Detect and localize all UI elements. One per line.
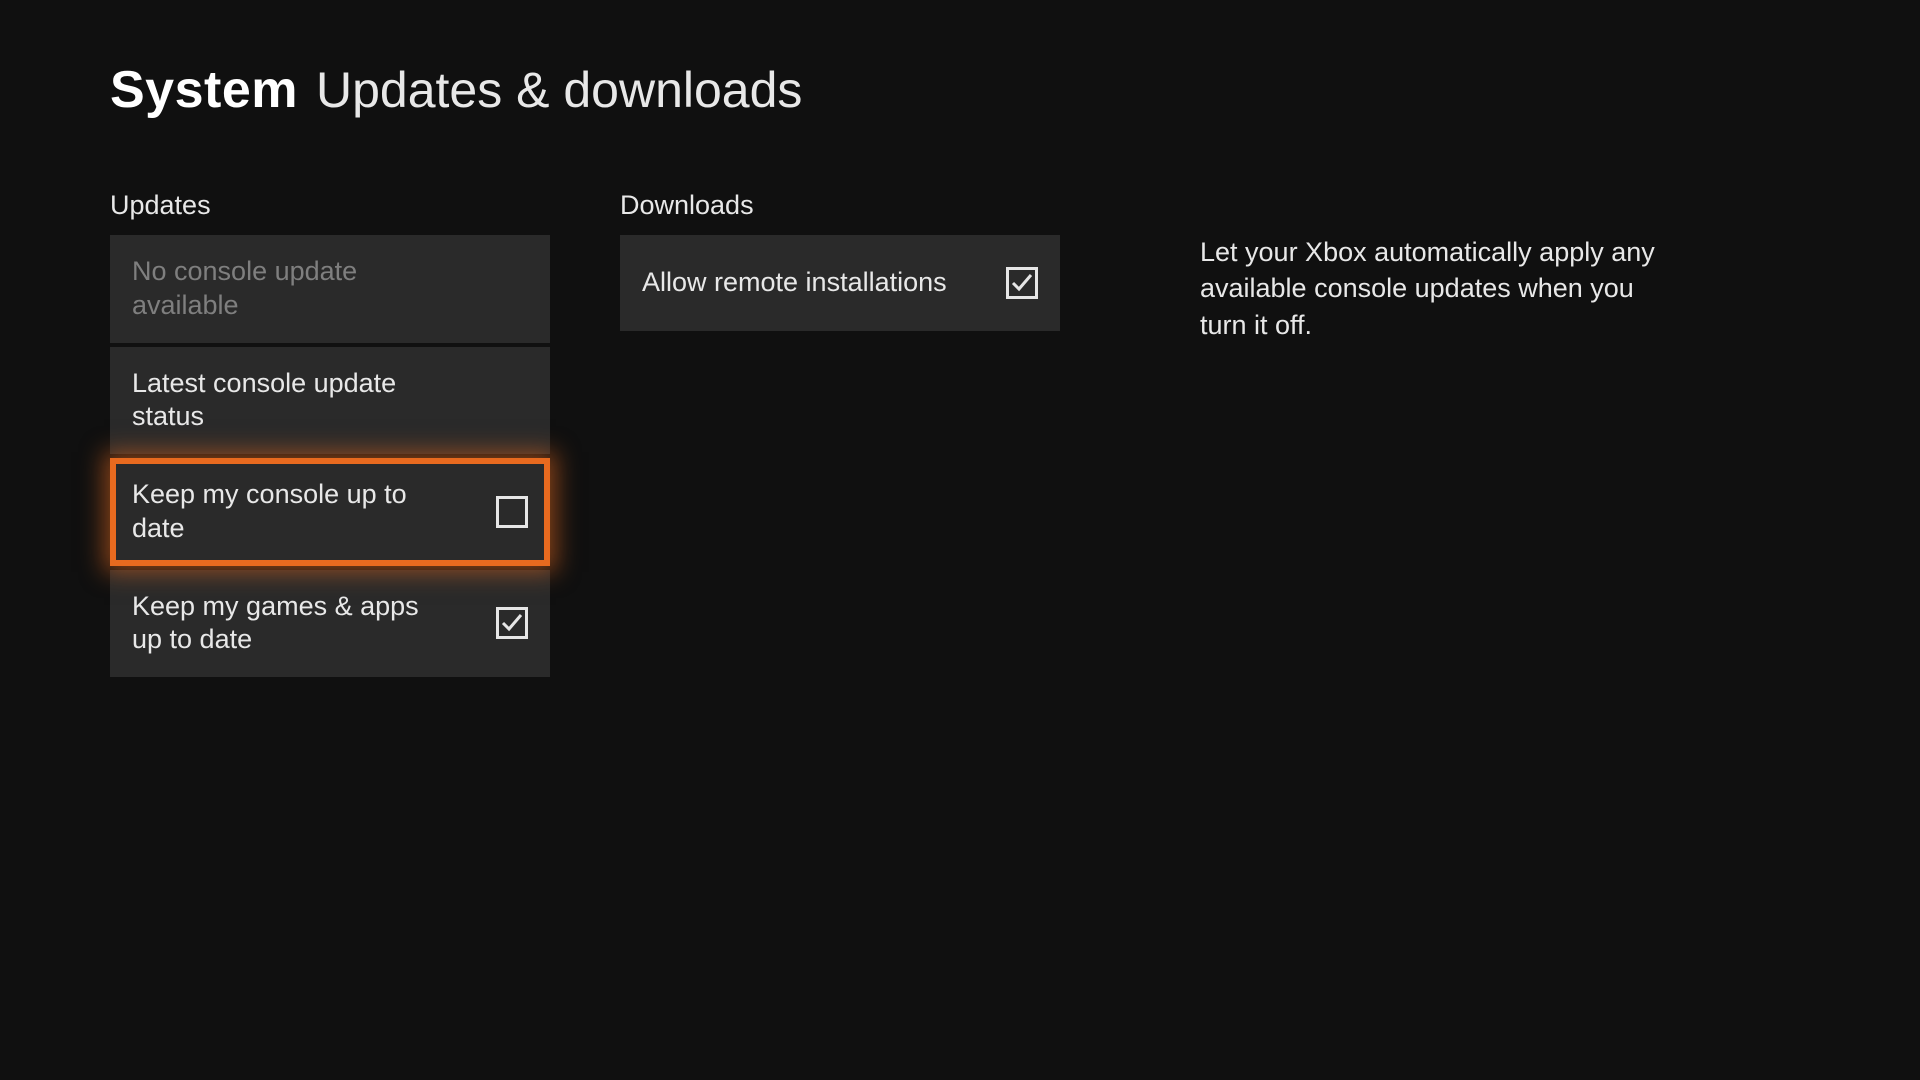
keep-games-apps-tile[interactable]: Keep my games & apps up to date — [110, 570, 550, 678]
no-console-update-label: No console update available — [132, 255, 452, 323]
updates-column: Updates No console update available Late… — [110, 190, 550, 681]
updates-heading: Updates — [110, 190, 550, 221]
latest-update-status-label: Latest console update status — [132, 367, 452, 435]
downloads-heading: Downloads — [620, 190, 1060, 221]
latest-update-status-tile[interactable]: Latest console update status — [110, 347, 550, 455]
content-columns: Updates No console update available Late… — [110, 190, 1810, 681]
allow-remote-installations-checkbox[interactable] — [1006, 267, 1038, 299]
allow-remote-installations-tile[interactable]: Allow remote installations — [620, 235, 1060, 331]
checkmark-icon — [500, 611, 524, 635]
settings-page: System Updates & downloads Updates No co… — [0, 0, 1920, 681]
help-column: Let your Xbox automatically apply any av… — [1200, 190, 1660, 343]
checkmark-icon — [1010, 271, 1034, 295]
keep-games-apps-checkbox[interactable] — [496, 607, 528, 639]
no-console-update-tile: No console update available — [110, 235, 550, 343]
keep-console-up-to-date-label: Keep my console up to date — [132, 478, 452, 546]
keep-console-checkbox[interactable] — [496, 496, 528, 528]
keep-console-up-to-date-tile[interactable]: Keep my console up to date — [110, 458, 550, 566]
allow-remote-installations-label: Allow remote installations — [642, 266, 947, 300]
title-category: System — [110, 60, 298, 120]
help-text: Let your Xbox automatically apply any av… — [1200, 234, 1660, 343]
page-title: System Updates & downloads — [110, 60, 1810, 120]
keep-games-apps-label: Keep my games & apps up to date — [132, 590, 452, 658]
title-page: Updates & downloads — [316, 61, 802, 119]
downloads-column: Downloads Allow remote installations — [620, 190, 1060, 335]
